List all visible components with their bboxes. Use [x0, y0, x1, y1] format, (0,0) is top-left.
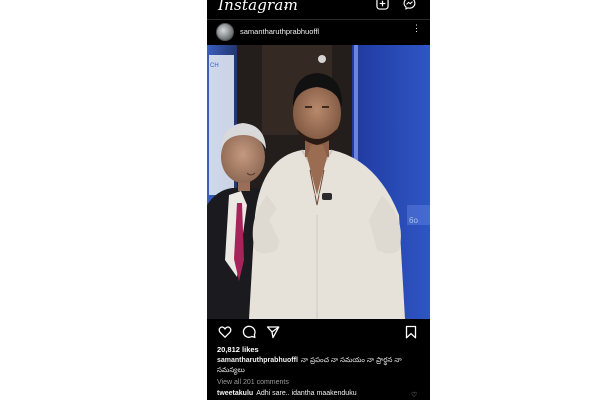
- post-actions: [207, 321, 430, 343]
- comment-icon[interactable]: [242, 325, 256, 339]
- post-caption: samantharuthprabhuoffl నా ప్రపంచ నా సమయం …: [217, 356, 417, 376]
- avatar[interactable]: [216, 23, 234, 41]
- top-app-bar: Instagram ⌄: [207, 0, 430, 17]
- chevron-down-icon[interactable]: ⌄: [282, 1, 290, 12]
- post-header: samantharuthprabhuoffl ⋮: [207, 21, 430, 43]
- messenger-icon[interactable]: [403, 0, 416, 10]
- svg-text:6o: 6o: [409, 216, 418, 225]
- header-divider: [207, 19, 430, 20]
- comment-username[interactable]: tweetakulu: [217, 390, 253, 397]
- bookmark-icon[interactable]: [404, 325, 418, 339]
- heart-icon[interactable]: [218, 325, 232, 339]
- caption-username[interactable]: samantharuthprabhuoffl: [217, 357, 298, 364]
- view-all-comments-link[interactable]: View all 201 comments: [217, 379, 289, 386]
- comment-text: Adhi sare.. idantha maakenduku: [256, 390, 357, 397]
- post-username[interactable]: samantharuthprabhuoffl: [240, 27, 319, 36]
- post-photo[interactable]: 6o CH: [207, 45, 430, 319]
- photo-illustration: 6o CH: [207, 45, 430, 319]
- svg-text:CH: CH: [210, 63, 219, 69]
- likes-count[interactable]: 20,812 likes: [217, 345, 259, 354]
- comment-preview: tweetakulu Adhi sare.. idantha maakenduku: [217, 390, 427, 397]
- share-icon[interactable]: [266, 325, 280, 339]
- more-options-icon[interactable]: ⋮: [412, 24, 421, 33]
- add-icon[interactable]: [376, 0, 389, 10]
- comment-like-icon[interactable]: ♡: [411, 391, 417, 399]
- instagram-phone-screen: Instagram ⌄ samantharuthprabhuoffl ⋮ 6o …: [207, 0, 430, 400]
